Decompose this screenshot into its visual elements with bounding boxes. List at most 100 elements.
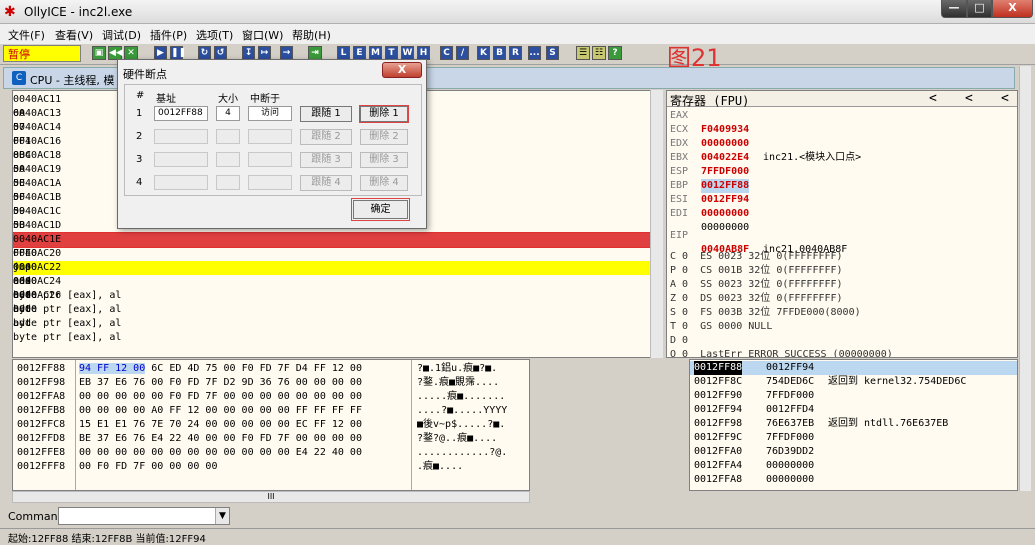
register-value[interactable]: 7FFDF000 (701, 165, 749, 179)
register-row-eip[interactable]: EIP 0040AB8F inc21.0040AB8F (670, 229, 847, 255)
menu-view[interactable]: 查看(V) (55, 27, 93, 43)
registers-pane[interactable]: 寄存器 (FPU) < < < EAX F0409934 ECX 00000000 ED… (666, 90, 1018, 358)
follow-button-4[interactable]: 跟随 4 (300, 175, 352, 191)
flag-segment-row[interactable]: Z 0 DS 0023 32位 0(FFFFFFFF) (670, 292, 843, 306)
menu-window[interactable]: 窗口(W) (242, 27, 283, 43)
breakpoints-button[interactable]: B (493, 46, 506, 60)
register-value[interactable]: 00000000 (701, 137, 749, 151)
registers-prev-arrow-3[interactable]: < (1001, 91, 1009, 106)
stack-row[interactable]: 0012FFA8 00000000 (690, 473, 1017, 487)
register-value[interactable]: 0012FF88 (701, 179, 750, 193)
trace-over-icon[interactable]: ↦ (258, 46, 271, 60)
references-button[interactable]: R (509, 46, 522, 60)
menu-options[interactable]: 选项(T) (196, 27, 233, 43)
flag-segment-row[interactable]: P 0 CS 001B 32位 0(FFFFFFFF) (670, 264, 843, 278)
registers-prev-arrow-1[interactable]: < (929, 91, 937, 106)
register-row[interactable]: ESP 0012FF88 (670, 165, 750, 193)
flag-segment-row[interactable]: D 0 (670, 334, 688, 348)
register-row[interactable]: EDX 004022E4 inc21.<模块入口点> (670, 137, 861, 163)
register-row[interactable]: EAX F0409934 (670, 109, 749, 135)
run-icon[interactable]: ▶ (154, 46, 167, 60)
flag-segment-row[interactable]: S 0 FS 003B 32位 7FFDE000(8000) (670, 306, 861, 320)
memory-window-button[interactable]: M (369, 46, 382, 60)
disasm-row[interactable]: 0040AC24 0000 add byte ptr [eax], al (13, 275, 653, 329)
stack-row[interactable]: 0012FF98 76E637EB 返回到 ntdll.76E637EB (690, 417, 1017, 431)
delete-button-3[interactable]: 删除 3 (360, 152, 408, 168)
delete-button-1[interactable]: 删除 1 (359, 105, 409, 123)
step-into-icon[interactable]: ↻ (198, 46, 211, 60)
register-row[interactable]: EBP 0012FF94 (670, 179, 749, 205)
list-icon[interactable]: ☰ (576, 46, 590, 60)
flag-segment-row[interactable]: A 0 SS 0023 32位 0(FFFFFFFF) (670, 278, 843, 292)
command-input[interactable] (58, 507, 230, 525)
stack-row[interactable]: 0012FF88 0012FF94 (690, 361, 1017, 375)
stack-row[interactable]: 0012FFA4 00000000 (690, 459, 1017, 473)
disasm-row[interactable]: 0040AC1E FFE0 jmp eax (13, 232, 654, 287)
delete-button-2[interactable]: 删除 2 (360, 129, 408, 145)
dump-row[interactable]: 0012FF88 94 FF 12 00 6C ED 4D 75 00 F0 FD… (13, 362, 529, 376)
follow-button-2[interactable]: 跟随 2 (300, 129, 352, 145)
step-over-icon[interactable]: ↺ (214, 46, 227, 60)
stack-row[interactable]: 0012FFA0 76D39DD2 (690, 445, 1017, 459)
register-value[interactable]: F0409934 (701, 123, 749, 137)
register-row[interactable]: ECX 00000000 (670, 123, 749, 149)
dump-horizontal-scrollbar[interactable]: III (12, 491, 530, 503)
disasm-row[interactable]: 0040AC22 0000 add byte ptr [eax], al (13, 261, 653, 315)
menu-help[interactable]: 帮助(H) (292, 27, 331, 43)
registers-prev-arrow-2[interactable]: < (965, 91, 973, 106)
memory-dump-pane[interactable]: 0012FF88 94 FF 12 00 6C ED 4D 75 00 F0 FD… (12, 359, 530, 491)
close-button[interactable]: X (992, 0, 1033, 18)
options-icon[interactable]: ☷ (592, 46, 606, 60)
menu-debug[interactable]: 调试(D) (102, 27, 141, 43)
register-value[interactable]: 00000000 (701, 221, 749, 235)
bp-type-field-1[interactable]: 访问 (248, 106, 292, 121)
dump-row[interactable]: 0012FFC8 15 E1 E1 76 7E 70 24 00 00 00 00… (13, 418, 529, 432)
dump-row[interactable]: 0012FFD8 BE 37 E6 76 E4 22 40 00 00 F0 FD… (13, 432, 529, 446)
restart-icon[interactable]: ◀◀ (108, 46, 123, 60)
menu-plugins[interactable]: 插件(P) (150, 27, 187, 43)
windows-window-button[interactable]: W (401, 46, 414, 60)
bp-size-field-1[interactable]: 4 (216, 106, 240, 121)
main-vertical-scrollbar[interactable] (1019, 66, 1031, 491)
dialog-close-button[interactable]: X (382, 62, 422, 78)
maximize-button[interactable]: □ (967, 0, 992, 18)
modules-window-button[interactable]: E (353, 46, 366, 60)
open-icon[interactable]: ▣ (92, 46, 106, 60)
close-program-icon[interactable]: ✕ (124, 46, 138, 60)
patches-window-button[interactable]: / (456, 46, 469, 60)
follow-button-1[interactable]: 跟随 1 (300, 106, 352, 122)
handles-window-button[interactable]: H (417, 46, 430, 60)
register-value[interactable]: 004022E4 (701, 151, 749, 165)
flag-segment-row[interactable]: T 0 GS 0000 NULL (670, 320, 772, 334)
disasm-row[interactable]: 0040AC26 0000 add byte ptr [eax], al (13, 289, 653, 343)
ok-button[interactable]: 确定 (351, 198, 410, 221)
cpu-window-button[interactable]: C (440, 46, 453, 60)
threads-window-button[interactable]: T (385, 46, 398, 60)
dump-row[interactable]: 0012FFB8 00 00 00 00 A0 FF 12 00 00 00 00… (13, 404, 529, 418)
dump-row[interactable]: 0012FFA8 00 00 00 00 00 F0 FD 7F 00 00 00… (13, 390, 529, 404)
stack-row[interactable]: 0012FF8C 754DED6C 返回到 kernel32.754DED6C (690, 375, 1017, 389)
trace-into-icon[interactable]: ↧ (242, 46, 255, 60)
bp-base-field-1[interactable]: 0012FF88 (154, 106, 208, 121)
call-stack-button[interactable]: K (477, 46, 490, 60)
run-trace-button[interactable]: ... (528, 46, 541, 60)
help-icon[interactable]: ? (608, 46, 622, 60)
command-dropdown-icon[interactable]: ▼ (215, 508, 229, 524)
stack-row[interactable]: 0012FF94 0012FFD4 (690, 403, 1017, 417)
register-row[interactable]: EBX 7FFDF000 (670, 151, 749, 177)
dump-row[interactable]: 0012FF98 EB 37 E6 76 00 F0 FD 7F D2 9D 36… (13, 376, 529, 390)
stack-pane[interactable]: 0012FF88 0012FF94 0012FF8C 754DED6C 返回到 kern… (689, 359, 1018, 491)
register-value[interactable]: 0012FF94 (701, 193, 749, 207)
disasm-row[interactable]: 0040AC20 0000 add byte ptr [eax], al (13, 247, 653, 301)
execute-till-return-icon[interactable]: → (280, 46, 293, 60)
delete-button-4[interactable]: 删除 4 (360, 175, 408, 191)
register-row[interactable]: EDI 00000000 (670, 207, 749, 233)
flag-segment-row[interactable]: O 0 LastErr ERROR_SUCCESS (00000000) (670, 348, 893, 357)
stack-row[interactable]: 0012FF90 7FFDF000 (690, 389, 1017, 403)
register-row[interactable]: ESI 00000000 (670, 193, 749, 219)
follow-button-3[interactable]: 跟随 3 (300, 152, 352, 168)
minimize-button[interactable]: — (941, 0, 967, 18)
log-window-button[interactable]: L (337, 46, 350, 60)
pause-icon[interactable]: ❚❚ (170, 46, 186, 60)
dump-row[interactable]: 0012FFE8 00 00 00 00 00 00 00 00 00 00 00… (13, 446, 529, 460)
